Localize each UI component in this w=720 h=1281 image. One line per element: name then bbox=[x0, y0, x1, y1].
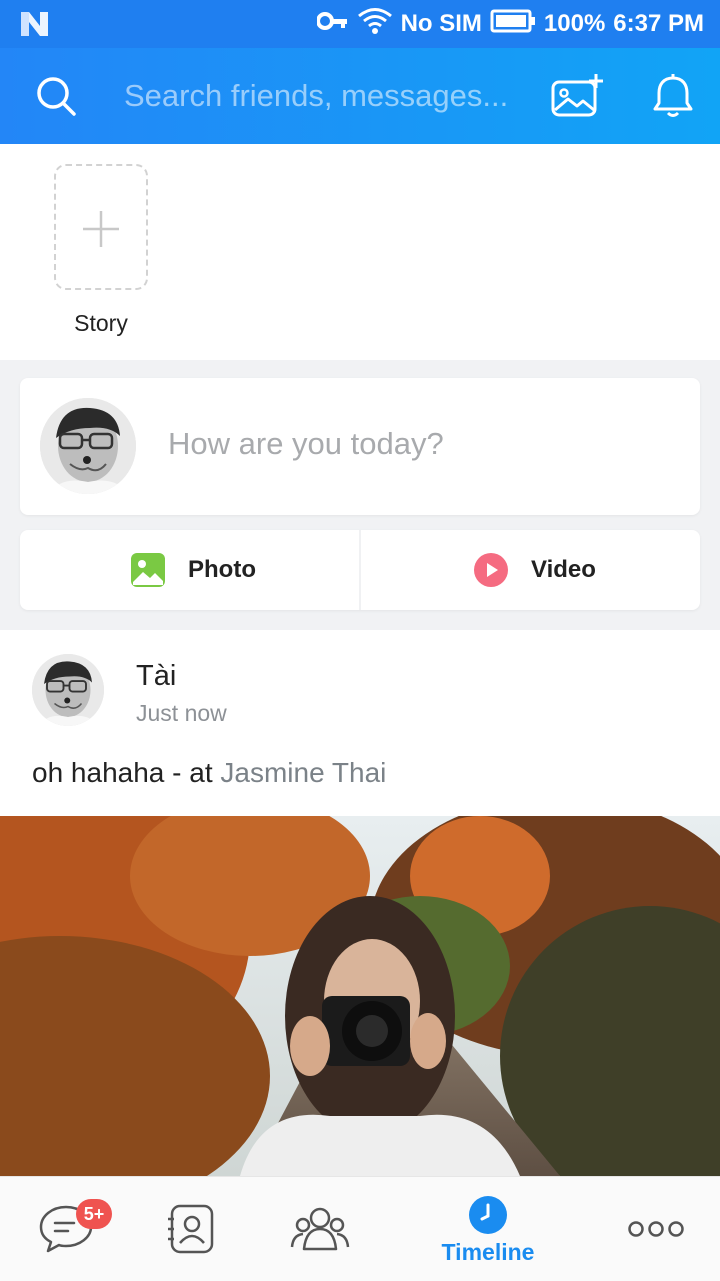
story-section: Story bbox=[0, 144, 720, 360]
wifi-icon bbox=[357, 6, 393, 43]
groups-icon bbox=[290, 1207, 350, 1251]
nav-messages[interactable]: 5+ bbox=[30, 1177, 120, 1281]
bell-icon[interactable] bbox=[650, 72, 696, 120]
clock: 6:37 PM bbox=[613, 10, 704, 37]
nav-groups[interactable] bbox=[288, 1177, 352, 1281]
photo-button[interactable]: Photo bbox=[20, 530, 359, 610]
post-location-link[interactable]: Jasmine Thai bbox=[220, 757, 386, 788]
compose-card[interactable]: How are you today? bbox=[20, 378, 700, 515]
plus-icon bbox=[83, 211, 119, 247]
video-icon bbox=[474, 553, 508, 587]
add-story-button[interactable] bbox=[54, 164, 148, 290]
post-photo[interactable] bbox=[0, 816, 720, 1176]
compose-prompt[interactable]: How are you today? bbox=[168, 426, 444, 462]
post-body: oh hahaha - at bbox=[32, 757, 221, 788]
contacts-icon bbox=[168, 1204, 214, 1254]
media-actions: Photo Video bbox=[20, 530, 700, 610]
video-button[interactable]: Video bbox=[361, 530, 700, 610]
post-author[interactable]: Tài bbox=[136, 660, 176, 693]
nav-timeline[interactable]: Timeline bbox=[442, 1177, 534, 1281]
photo-label: Photo bbox=[188, 556, 256, 583]
n-logo-icon bbox=[18, 10, 52, 38]
timeline-label: Timeline bbox=[441, 1239, 535, 1265]
add-photo-icon[interactable] bbox=[550, 72, 604, 120]
nav-contacts[interactable] bbox=[164, 1177, 224, 1281]
status-bar: No SIM 100% 6:37 PM bbox=[0, 0, 720, 48]
post-text: oh hahaha - at Jasmine Thai bbox=[32, 757, 386, 789]
search-input[interactable] bbox=[124, 76, 524, 116]
battery-percent: 100% bbox=[543, 10, 606, 37]
bottom-nav: 5+ Timeline bbox=[0, 1176, 720, 1281]
unread-badge: 5+ bbox=[76, 1199, 112, 1229]
vpn-key-icon bbox=[315, 10, 349, 39]
post-avatar[interactable] bbox=[32, 654, 104, 726]
story-label: Story bbox=[74, 310, 128, 336]
nav-more[interactable] bbox=[626, 1177, 686, 1281]
carrier-text: No SIM bbox=[400, 10, 482, 37]
more-icon bbox=[628, 1221, 684, 1237]
search-icon[interactable] bbox=[34, 74, 78, 118]
photo-icon bbox=[131, 553, 165, 587]
video-label: Video bbox=[531, 556, 596, 583]
clock-icon bbox=[469, 1196, 507, 1234]
post-timestamp: Just now bbox=[136, 700, 227, 726]
top-bar bbox=[0, 48, 720, 144]
avatar[interactable] bbox=[40, 398, 136, 494]
battery-icon bbox=[490, 9, 536, 40]
feed-post: Tài Just now oh hahaha - at Jasmine Thai bbox=[0, 630, 720, 1176]
